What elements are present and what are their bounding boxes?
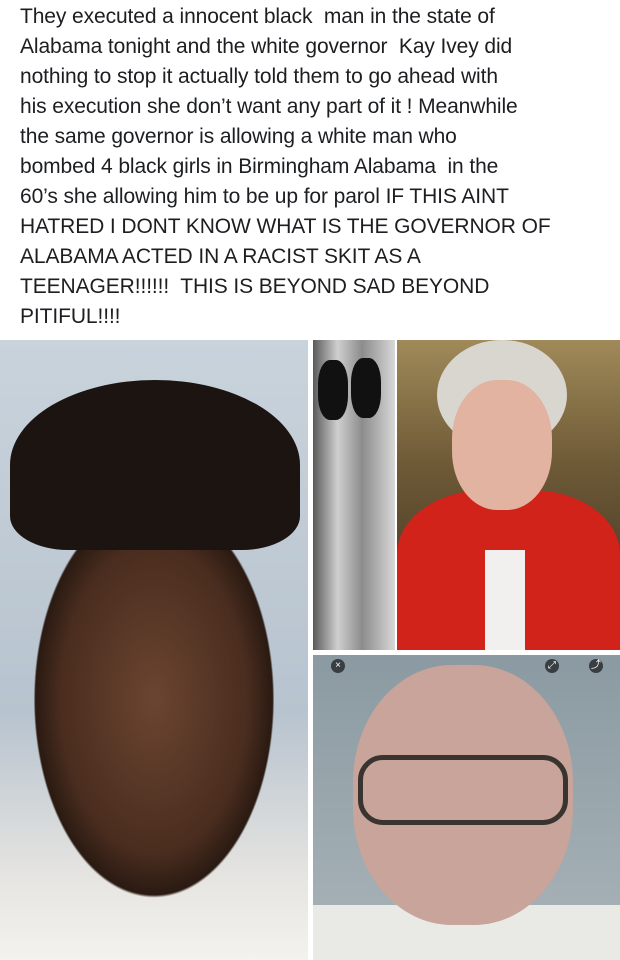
photo-detail <box>485 550 525 650</box>
photo-detail <box>358 755 568 825</box>
post-text-line: the same governor is allowing a white ma… <box>20 125 457 148</box>
photo-detail <box>452 380 552 510</box>
photo-mugshot-man[interactable] <box>0 340 308 960</box>
post-text-line: his execution she don’t want any part of… <box>20 95 518 118</box>
post-text-line: bombed 4 black girls in Birmingham Alaba… <box>20 155 499 178</box>
post-text-line: Alabama tonight and the white governor K… <box>20 35 513 58</box>
share-icon[interactable]: ⤴ <box>589 659 603 673</box>
post-text-line: TEENAGER!!!!!! THIS IS BEYOND SAD BEYOND <box>20 275 490 298</box>
post-text-line: They executed a innocent black man in th… <box>20 5 495 28</box>
close-icon[interactable]: × <box>331 659 345 673</box>
post-text-line: HATRED I DONT KNOW WHAT IS THE GOVERNOR … <box>20 215 551 238</box>
photo-elderly-man[interactable]: × ⤢ ⤴ <box>313 655 620 960</box>
post-text-line: nothing to stop it actually told them to… <box>20 65 498 88</box>
post-text-line: PITIFUL!!!! <box>20 305 121 328</box>
photo-yearbook[interactable] <box>313 340 395 650</box>
photo-detail <box>351 358 381 418</box>
photo-governor[interactable] <box>397 340 620 650</box>
post-text-line: 60’s she allowing him to be up for parol… <box>20 185 509 208</box>
expand-icon[interactable]: ⤢ <box>545 659 559 673</box>
post-text: They executed a innocent black man in th… <box>20 2 620 332</box>
photo-detail <box>10 380 300 550</box>
post-text-line: ALABAMA ACTED IN A RACIST SKIT AS A <box>20 245 421 268</box>
photo-detail <box>318 360 348 420</box>
